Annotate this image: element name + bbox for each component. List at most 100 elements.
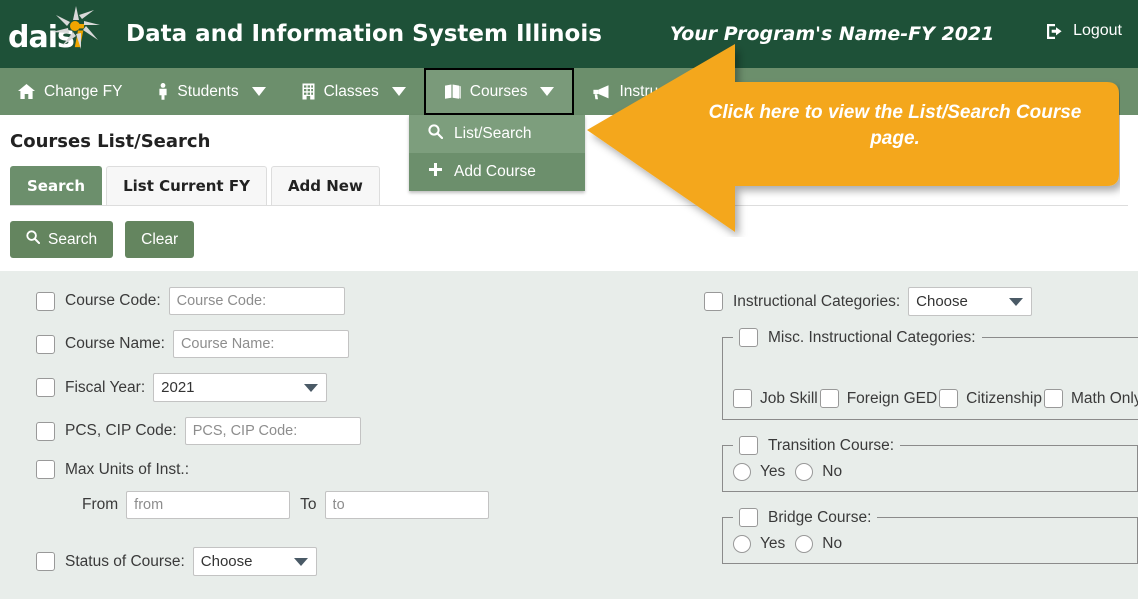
checkbox-fiscal-year[interactable]: [36, 378, 55, 397]
nav-label-classes: Classes: [323, 82, 379, 100]
program-name: Your Program's Name-FY 2021: [669, 23, 995, 45]
dropdown-label-list-search: List/Search: [454, 125, 532, 142]
tab-add-new[interactable]: Add New: [270, 166, 380, 205]
tab-list-current-fy[interactable]: List Current FY: [106, 166, 267, 205]
label-job-skill: Job Skill: [760, 389, 818, 407]
checkbox-citizenship[interactable]: [939, 389, 959, 408]
label-course-name: Course Name:: [65, 335, 165, 352]
nav-label-students: Students: [177, 82, 239, 100]
checkbox-misc-instructional-categories[interactable]: [739, 328, 758, 347]
plus-icon: [428, 162, 443, 182]
chevron-down-icon: [251, 87, 266, 96]
checkbox-max-units[interactable]: [36, 460, 55, 479]
starburst-icon: [52, 6, 100, 49]
legend-bridge-course: Bridge Course:: [733, 508, 877, 527]
label-foreign-ged: Foreign GED: [846, 389, 938, 407]
label-course-code: Course Code:: [65, 292, 161, 309]
label-pcs-cip-code: PCS, CIP Code:: [65, 422, 177, 439]
megaphone-icon: [592, 84, 610, 100]
field-course-name: Course Name:: [36, 330, 660, 358]
checkbox-instructional-categories[interactable]: [704, 292, 723, 311]
misc-options-row: Job Skill Foreign GED Citizenship Math O…: [733, 389, 1138, 408]
label-bridge-course: Bridge Course:: [768, 508, 872, 526]
checkbox-pcs-cip-code[interactable]: [36, 421, 55, 441]
select-instructional-categories[interactable]: Choose: [908, 287, 1033, 316]
chevron-down-icon: [391, 87, 406, 96]
clear-button[interactable]: Clear: [125, 221, 195, 258]
search-button[interactable]: Search: [10, 221, 114, 258]
form-column-right: Instructional Categories: Choose Misc. I…: [660, 287, 1138, 591]
label-misc-instructional-categories: Misc. Instructional Categories:: [768, 328, 976, 346]
input-course-name[interactable]: [172, 330, 349, 358]
checkbox-status-of-course[interactable]: [36, 552, 55, 571]
dropdown-item-add-course[interactable]: Add Course: [409, 153, 585, 191]
nav-item-courses[interactable]: Courses: [423, 68, 575, 115]
field-course-code: Course Code:: [36, 287, 660, 315]
app-header: daisi Data and Information System Illino…: [0, 0, 1138, 68]
person-icon: [158, 83, 168, 100]
label-status-of-course: Status of Course:: [65, 552, 185, 570]
label-math-only: Math Only: [1070, 389, 1138, 407]
select-status-of-course[interactable]: Choose: [192, 547, 317, 576]
search-form-panel: Course Code: Course Name: Fiscal Year: 2…: [0, 271, 1138, 599]
page-app-title: Data and Information System Illinois: [126, 21, 602, 47]
checkbox-bridge-course[interactable]: [739, 508, 758, 527]
label-bridge-no: No: [822, 535, 843, 552]
logout-icon: [1047, 23, 1062, 39]
search-button-label: Search: [48, 230, 98, 248]
form-column-left: Course Code: Course Name: Fiscal Year: 2…: [0, 287, 660, 591]
checkbox-math-only[interactable]: [1043, 389, 1063, 408]
daisi-logo[interactable]: daisi: [0, 0, 104, 68]
label-to: To: [300, 496, 317, 513]
select-fiscal-year[interactable]: 2021: [153, 373, 328, 402]
field-max-units: Max Units of Inst.:: [36, 460, 660, 479]
label-transition-no: No: [822, 463, 843, 480]
fieldset-bridge-course: Bridge Course: Yes No: [722, 508, 1138, 564]
legend-misc-instructional-categories: Misc. Instructional Categories:: [733, 328, 982, 347]
checkbox-course-code[interactable]: [36, 291, 55, 311]
tab-search[interactable]: Search: [10, 166, 103, 205]
action-button-row: Search Clear: [0, 206, 1138, 271]
radio-bridge-no[interactable]: [795, 535, 814, 553]
nav-item-change-fy[interactable]: Change FY: [0, 68, 140, 115]
input-to[interactable]: [324, 491, 489, 519]
input-from[interactable]: [126, 491, 291, 519]
building-icon: [302, 83, 315, 100]
search-icon: [428, 124, 444, 144]
checkbox-transition-course[interactable]: [739, 436, 758, 455]
checkbox-course-name[interactable]: [36, 334, 55, 354]
input-pcs-cip-code[interactable]: [184, 417, 361, 445]
dropdown-label-add-course: Add Course: [454, 163, 536, 180]
nav-label-instructors: Instructors: [619, 82, 692, 100]
field-max-units-range: From To: [82, 491, 660, 519]
courses-dropdown-menu: List/Search Add Course: [409, 115, 585, 191]
checkbox-job-skill[interactable]: [733, 389, 752, 408]
nav-item-instructors[interactable]: Instructors: [574, 68, 709, 115]
label-max-units: Max Units of Inst.:: [65, 460, 190, 478]
nav-label-change-fy: Change FY: [44, 82, 123, 100]
label-transition-yes: Yes: [760, 463, 786, 480]
label-from: From: [82, 496, 119, 513]
chevron-down-icon: [540, 87, 555, 96]
checkbox-foreign-ged[interactable]: [819, 389, 839, 408]
radio-bridge-yes[interactable]: [733, 535, 751, 553]
input-course-code[interactable]: [168, 287, 345, 315]
nav-item-classes[interactable]: Classes: [284, 68, 424, 115]
label-fiscal-year: Fiscal Year:: [65, 378, 146, 396]
nav-label-courses: Courses: [469, 82, 528, 100]
label-transition-course: Transition Course:: [768, 436, 895, 454]
radio-transition-no[interactable]: [795, 463, 814, 481]
dropdown-item-list-search[interactable]: List/Search: [409, 115, 585, 153]
search-icon: [26, 230, 41, 249]
book-icon: [444, 84, 461, 99]
field-instructional-categories: Instructional Categories: Choose: [704, 287, 1138, 316]
field-pcs-cip-code: PCS, CIP Code:: [36, 417, 660, 445]
main-navigation: Change FY Students Classes Courses Instr…: [0, 68, 1138, 115]
logout-button[interactable]: Logout: [1046, 22, 1122, 40]
radio-transition-yes[interactable]: [733, 463, 751, 481]
nav-item-students[interactable]: Students: [140, 68, 283, 115]
label-instructional-categories: Instructional Categories:: [733, 292, 901, 310]
field-fiscal-year: Fiscal Year: 2021: [36, 373, 660, 402]
legend-transition-course: Transition Course:: [733, 436, 900, 455]
label-citizenship: Citizenship: [966, 389, 1042, 407]
